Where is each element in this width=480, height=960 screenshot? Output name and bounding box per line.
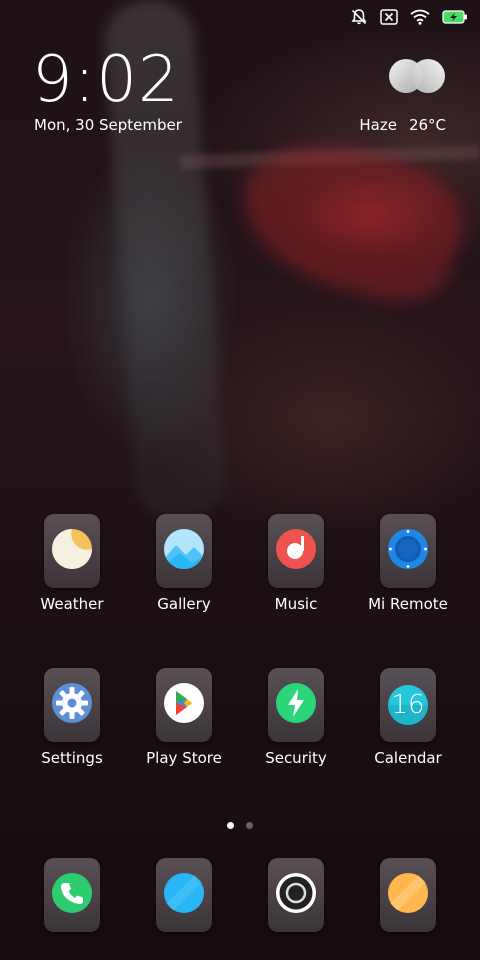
app-music[interactable]: Music: [240, 514, 352, 613]
dock-phone[interactable]: [16, 858, 128, 932]
gallery-mountains-icon: [162, 527, 206, 575]
app-calendar[interactable]: 16 Calendar: [352, 668, 464, 767]
settings-gear-icon: [50, 681, 94, 729]
app-label: Security: [265, 749, 327, 767]
app-settings[interactable]: Settings: [16, 668, 128, 767]
app-weather[interactable]: Weather: [16, 514, 128, 613]
app-mi-remote[interactable]: Mi Remote: [352, 514, 464, 613]
app-tile[interactable]: 16: [380, 668, 436, 742]
camera-icon: [274, 871, 318, 919]
home-screen: 9:02 Mon, 30 September Haze 26°C Weather…: [0, 0, 480, 960]
app-tile[interactable]: [268, 668, 324, 742]
app-label: Mi Remote: [368, 595, 448, 613]
mute-notifications-icon: [350, 8, 368, 26]
page-dot-active[interactable]: [227, 822, 234, 829]
dock-messages[interactable]: [128, 858, 240, 932]
app-play-store[interactable]: Play Store: [128, 668, 240, 767]
calendar-day: 16: [391, 690, 425, 720]
wifi-icon: [410, 9, 430, 25]
clock-time[interactable]: 9:02: [32, 48, 180, 112]
weather-summary[interactable]: Haze 26°C: [359, 116, 446, 134]
music-note-icon: [274, 527, 318, 575]
app-label: Gallery: [157, 595, 211, 613]
no-sim-icon: [380, 9, 398, 25]
app-label: Settings: [41, 749, 103, 767]
dock-camera[interactable]: [240, 858, 352, 932]
app-tile[interactable]: [380, 514, 436, 588]
page-indicator[interactable]: [0, 822, 480, 829]
dock-browser[interactable]: [352, 858, 464, 932]
calendar-16-icon: 16: [386, 683, 430, 727]
app-gallery[interactable]: Gallery: [128, 514, 240, 613]
play-store-icon: [162, 681, 206, 729]
app-tile[interactable]: [44, 668, 100, 742]
remote-circle-icon: [386, 527, 430, 575]
app-label: Music: [274, 595, 318, 613]
weather-moon-icon: [50, 527, 94, 575]
weather-temperature: 26°C: [408, 116, 446, 134]
app-label: Weather: [40, 595, 104, 613]
app-tile[interactable]: [380, 858, 436, 932]
security-bolt-icon: [274, 681, 318, 729]
messages-icon: [162, 871, 206, 919]
app-tile[interactable]: [268, 514, 324, 588]
app-tile[interactable]: [44, 514, 100, 588]
app-label: Play Store: [146, 749, 222, 767]
clock-date[interactable]: Mon, 30 September: [34, 116, 182, 134]
app-label: Calendar: [374, 749, 442, 767]
app-tile[interactable]: [268, 858, 324, 932]
app-tile[interactable]: [156, 858, 212, 932]
battery-charging-icon: [442, 9, 468, 25]
page-dot[interactable]: [246, 822, 253, 829]
haze-cloud-icon[interactable]: [386, 56, 448, 96]
app-security[interactable]: Security: [240, 668, 352, 767]
app-tile[interactable]: [156, 514, 212, 588]
weather-condition: Haze: [359, 116, 397, 134]
phone-icon: [50, 871, 94, 919]
browser-icon: [386, 871, 430, 919]
app-tile[interactable]: [44, 858, 100, 932]
status-bar: [350, 6, 468, 28]
app-tile[interactable]: [156, 668, 212, 742]
